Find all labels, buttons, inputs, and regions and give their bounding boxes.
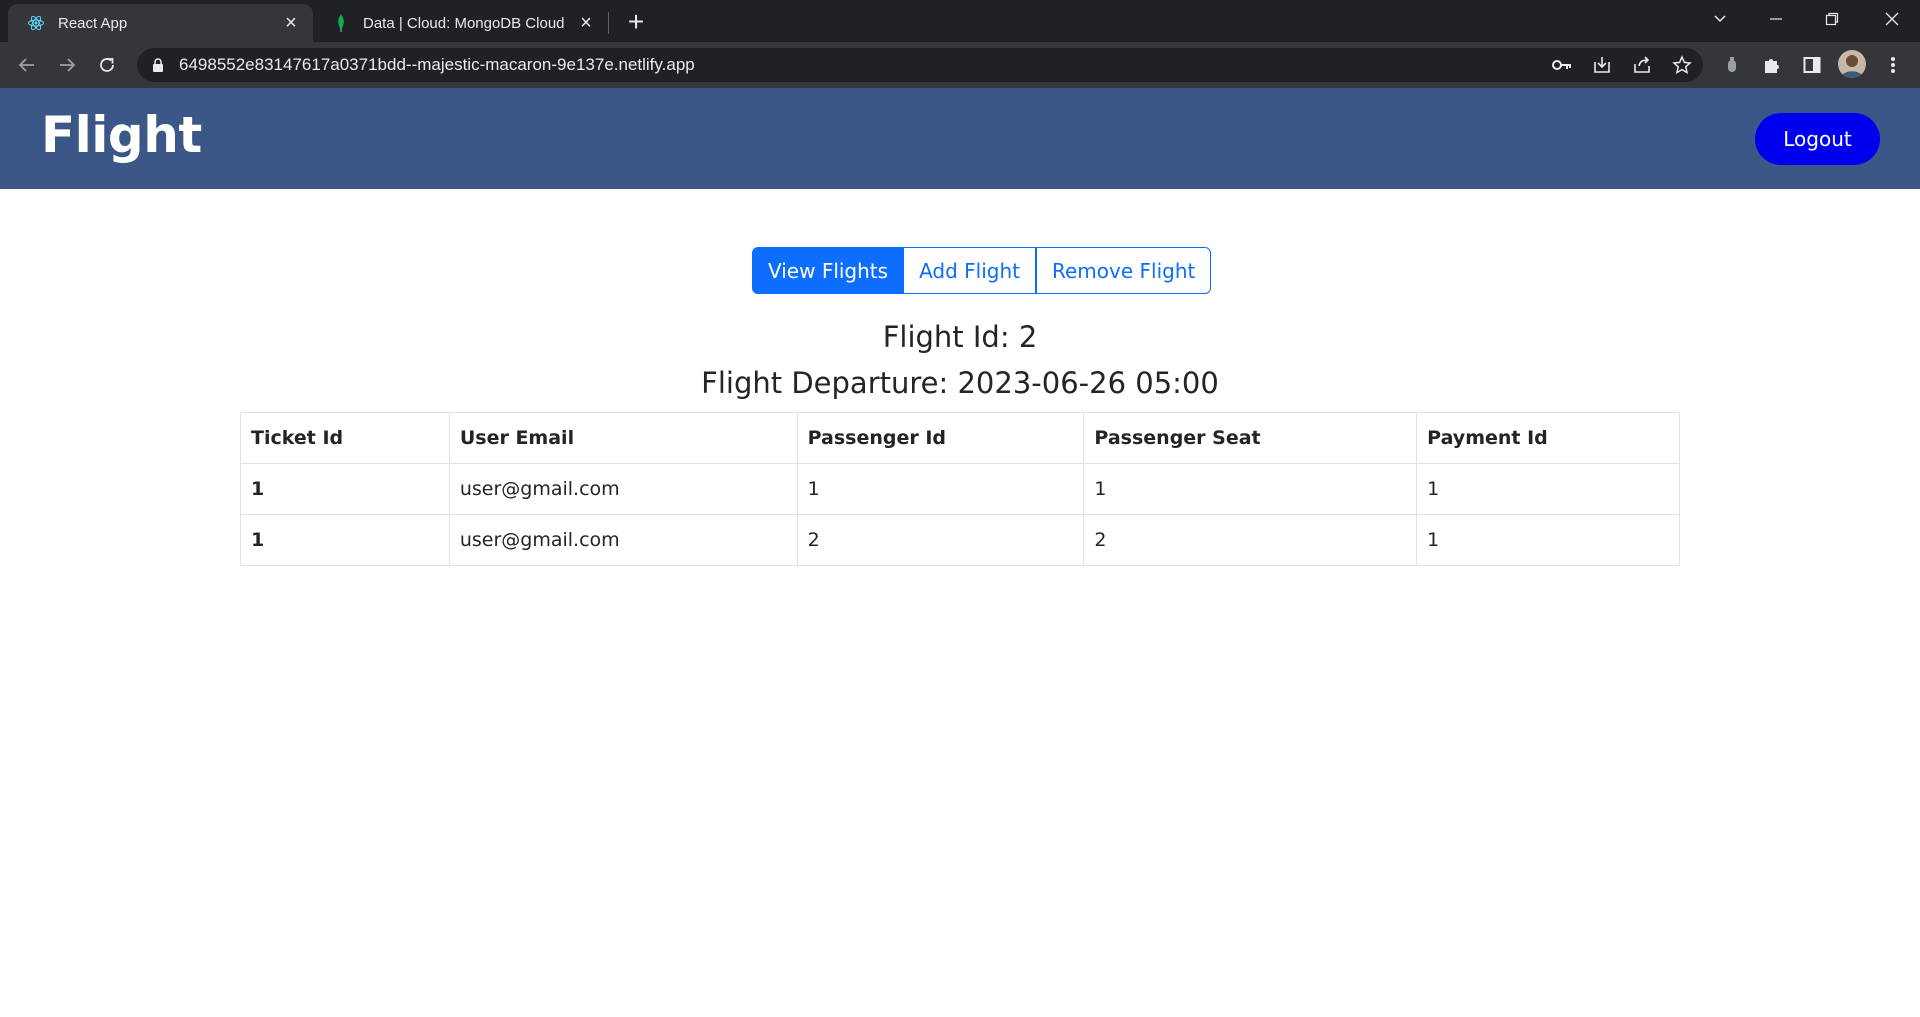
column-header-ticket-id: Ticket Id xyxy=(240,412,450,464)
column-header-passenger-id: Passenger Id xyxy=(796,412,1085,464)
remove-flight-button[interactable]: Remove Flight xyxy=(1036,247,1212,294)
payment-id-cell: 1 xyxy=(1416,514,1680,566)
tab-mongodb-cloud[interactable]: Data | Cloud: MongoDB Cloud × xyxy=(313,4,608,42)
table-row: 1 user@gmail.com 1 1 1 xyxy=(240,463,1680,515)
mongodb-leaf-icon xyxy=(331,13,351,33)
url-text: 6498552e83147617a0371bdd--majestic-macar… xyxy=(179,55,695,74)
passenger-id-cell: 1 xyxy=(796,463,1085,515)
tickets-table: Ticket Id User Email Passenger Id Passen… xyxy=(240,412,1680,566)
close-window-button[interactable] xyxy=(1864,0,1920,38)
tab-title: React App xyxy=(58,14,128,32)
ticket-id-cell: 1 xyxy=(240,514,450,566)
column-header-passenger-seat: Passenger Seat xyxy=(1083,412,1418,464)
table-header-row: Ticket Id User Email Passenger Id Passen… xyxy=(240,412,1680,464)
bookmark-star-icon[interactable] xyxy=(1667,50,1697,80)
close-tab-icon[interactable]: × xyxy=(574,11,598,35)
column-header-user-email: User Email xyxy=(448,412,798,464)
address-bar[interactable]: 6498552e83147617a0371bdd--majestic-macar… xyxy=(137,48,1703,82)
logout-button[interactable]: Logout xyxy=(1755,113,1880,165)
minimize-button[interactable] xyxy=(1748,0,1804,38)
tab-title: Data | Cloud: MongoDB Cloud xyxy=(363,14,565,32)
table-row: 1 user@gmail.com 2 2 1 xyxy=(240,514,1680,566)
payment-id-cell: 1 xyxy=(1416,463,1680,515)
passenger-seat-cell: 2 xyxy=(1083,514,1418,566)
add-flight-button[interactable]: Add Flight xyxy=(904,247,1036,294)
new-tab-button[interactable]: + xyxy=(622,8,650,37)
restore-button[interactable] xyxy=(1804,0,1860,38)
tab-react-app[interactable]: React App × xyxy=(8,4,313,42)
puzzle-icon[interactable] xyxy=(1757,50,1787,80)
tab-divider xyxy=(608,12,609,34)
flight-departure-heading: Flight Departure: 2023-06-26 05:00 xyxy=(701,366,1219,400)
share-icon[interactable] xyxy=(1627,50,1657,80)
key-icon[interactable] xyxy=(1547,50,1577,80)
back-arrow-icon[interactable] xyxy=(12,50,42,80)
browser-tabstrip: React App × Data | Cloud: MongoDB Cloud … xyxy=(0,0,1920,42)
extension-icon[interactable] xyxy=(1717,50,1747,80)
passenger-id-cell: 2 xyxy=(796,514,1085,566)
view-flights-button[interactable]: View Flights xyxy=(752,247,905,294)
profile-avatar[interactable] xyxy=(1838,50,1866,78)
close-tab-icon[interactable]: × xyxy=(279,11,303,35)
reload-icon[interactable] xyxy=(92,50,122,80)
flight-id-heading: Flight Id: 2 xyxy=(882,320,1038,354)
more-menu-icon[interactable] xyxy=(1878,50,1908,80)
install-app-icon[interactable] xyxy=(1587,50,1617,80)
react-icon xyxy=(26,13,46,33)
browser-toolbar: 6498552e83147617a0371bdd--majestic-macar… xyxy=(0,42,1920,88)
app-header: Flight Logout xyxy=(0,88,1920,189)
lock-icon xyxy=(151,57,165,73)
forward-arrow-icon[interactable] xyxy=(52,50,82,80)
user-email-cell: user@gmail.com xyxy=(448,463,798,515)
ticket-id-cell: 1 xyxy=(240,463,450,515)
passenger-seat-cell: 1 xyxy=(1083,463,1418,515)
tab-search-icon[interactable] xyxy=(1692,0,1748,38)
column-header-payment-id: Payment Id xyxy=(1416,412,1680,464)
flight-actions-group: View Flights Add Flight Remove Flight xyxy=(752,247,1212,294)
brand-title: Flight xyxy=(41,106,202,164)
side-panel-icon[interactable] xyxy=(1797,50,1827,80)
user-email-cell: user@gmail.com xyxy=(448,514,798,566)
